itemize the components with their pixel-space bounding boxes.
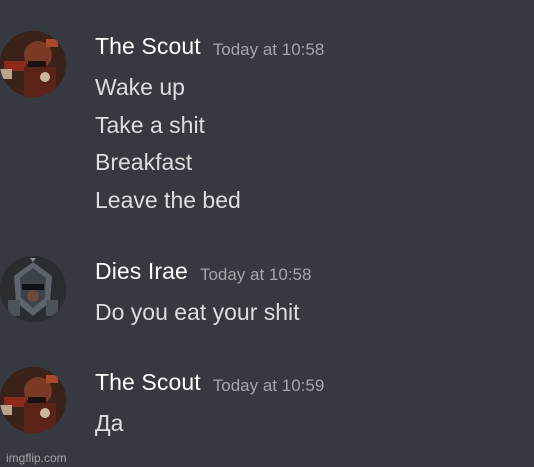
username[interactable]: The Scout bbox=[95, 369, 201, 395]
dies-irae-avatar-icon[interactable] bbox=[0, 256, 66, 322]
message-header: The Scout Today at 10:58 bbox=[95, 31, 324, 61]
message-group: The Scout Today at 10:59 Да bbox=[0, 367, 534, 442]
timestamp[interactable]: Today at 10:58 bbox=[213, 40, 325, 59]
message-line: Take a shit bbox=[95, 111, 205, 138]
chat-message-list: The Scout Today at 10:58 Wake up Take a s… bbox=[0, 0, 534, 467]
message-line: Do you eat your shit bbox=[95, 299, 300, 325]
message-content: Да bbox=[95, 405, 123, 443]
message-line: Wake up bbox=[95, 74, 185, 100]
message-line: Leave the bed bbox=[95, 186, 241, 213]
message-line: Да bbox=[95, 410, 124, 436]
message-header: Dies Irae Today at 10:58 bbox=[95, 256, 311, 286]
message-group: Dies Irae Today at 10:58 Do you eat your … bbox=[0, 256, 534, 331]
timestamp[interactable]: Today at 10:58 bbox=[200, 265, 312, 284]
message-line: Breakfast bbox=[95, 149, 193, 175]
timestamp[interactable]: Today at 10:59 bbox=[213, 376, 325, 395]
imgflip-watermark: imgflip.com bbox=[6, 451, 67, 465]
message-content: Wake up Take a shit Breakfast Leave the … bbox=[95, 69, 241, 219]
message-content: Do you eat your shit bbox=[95, 294, 300, 332]
username[interactable]: Dies Irae bbox=[95, 258, 188, 284]
scout-avatar-icon[interactable] bbox=[0, 31, 66, 97]
username[interactable]: The Scout bbox=[95, 33, 201, 59]
message-header: The Scout Today at 10:59 bbox=[95, 367, 324, 397]
message-group: The Scout Today at 10:58 Wake up Take a s… bbox=[0, 31, 534, 221]
scout-avatar-icon[interactable] bbox=[0, 367, 66, 433]
